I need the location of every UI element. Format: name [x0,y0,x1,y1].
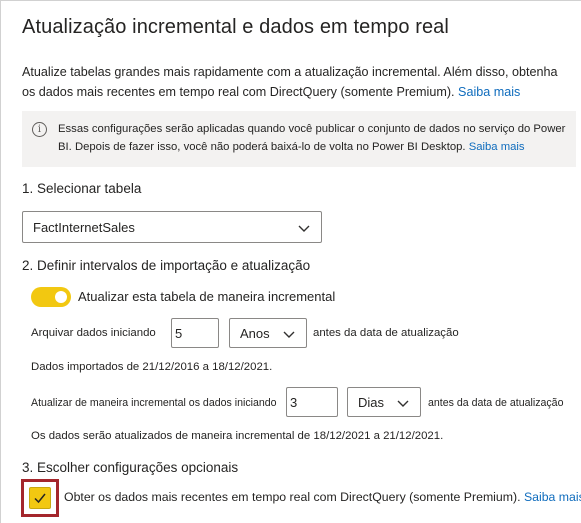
chevron-down-icon [283,331,295,338]
incremental-value: 3 [290,394,298,410]
directquery-checkbox-label: Obter os dados mais recentes em tempo re… [64,490,581,504]
incremental-toggle[interactable] [31,287,71,307]
archive-label: Arquivar dados iniciando [31,327,156,339]
archive-suffix: antes da data de atualização [313,327,459,339]
info-icon: i [32,122,47,137]
directquery-checkbox[interactable] [29,487,51,509]
archive-value: 5 [175,325,183,341]
directquery-label-text: Obter os dados mais recentes em tempo re… [64,490,521,504]
directquery-learn-more-link[interactable]: Saiba mais [524,490,581,504]
incremental-range-text: Os dados serão atualizados de maneira in… [31,430,444,442]
archive-value-input[interactable]: 5 [171,318,219,348]
table-select-value: FactInternetSales [33,219,135,235]
incremental-suffix: antes da data de atualização [428,397,564,409]
step1-label: 1. Selecionar tabela [22,181,142,196]
chevron-down-icon [397,400,409,407]
archive-unit-select[interactable]: Anos [229,318,307,348]
table-select[interactable]: FactInternetSales [22,211,322,243]
info-learn-more-link[interactable]: Saiba mais [469,141,525,153]
incremental-toggle-label: Atualizar esta tabela de maneira increme… [78,289,336,304]
step3-label: 3. Escolher configurações opcionais [22,460,239,475]
checkmark-icon [34,493,46,504]
incremental-value-input[interactable]: 3 [286,387,338,417]
incremental-unit-select[interactable]: Dias [347,387,421,417]
incremental-label: Atualizar de maneira incremental os dado… [31,397,277,409]
info-banner: i Essas configurações serão aplicadas qu… [22,111,576,167]
imported-range-text: Dados importados de 21/12/2016 a 18/12/2… [31,361,273,373]
page-title: Atualização incremental e dados em tempo… [22,16,449,38]
toggle-knob [55,291,67,303]
chevron-down-icon [298,225,310,232]
archive-unit-value: Anos [240,325,270,341]
step2-label: 2. Definir intervalos de importação e at… [22,258,311,273]
intro-learn-more-link[interactable]: Saiba mais [458,85,520,99]
incremental-unit-value: Dias [358,394,385,410]
intro-text: Atualize tabelas grandes mais rapidament… [22,62,562,102]
